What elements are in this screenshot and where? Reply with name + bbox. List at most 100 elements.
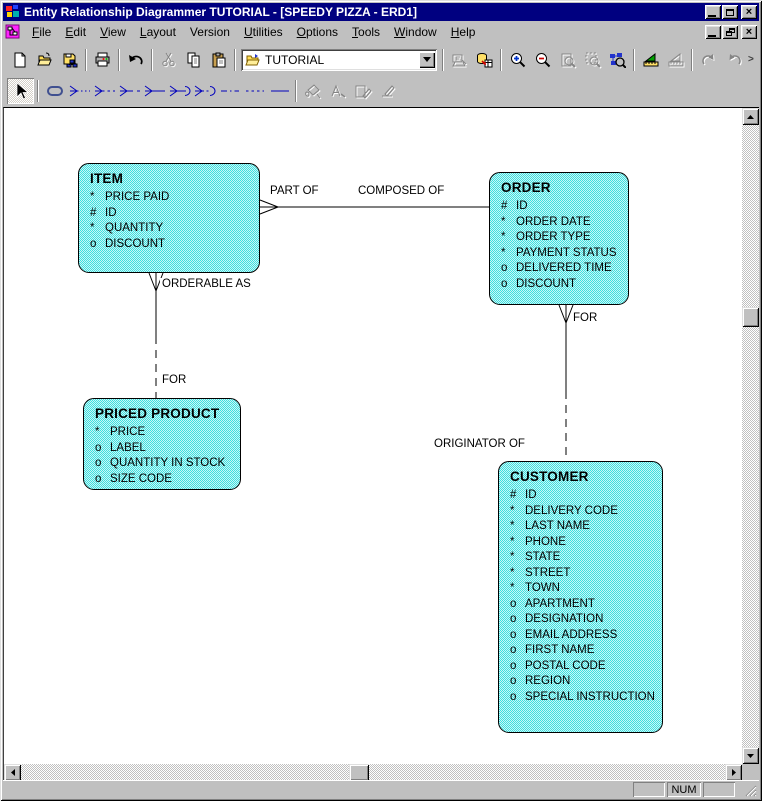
menu-item[interactable]: Options	[290, 23, 345, 41]
paste-clipboard-icon	[212, 52, 225, 67]
attribute-marker: o	[510, 644, 517, 656]
zoom-page-button[interactable]	[555, 48, 580, 72]
toolbar-overflow-chevron[interactable]: >	[748, 54, 754, 65]
attribute-marker: *	[501, 246, 506, 259]
entity-item[interactable]: ITEM * PRICE PAID # ID * QUANTITY o DISCOUNT	[78, 163, 260, 273]
menu-item[interactable]: Utilities	[237, 23, 290, 41]
open-button[interactable]	[32, 48, 57, 72]
zoom-out-button[interactable]	[530, 48, 555, 72]
scroll-left-button[interactable]	[4, 764, 21, 781]
entity-attributes: * PRICE o LABEL o QUANTITY IN STOCK o SIZE CODE	[95, 425, 234, 487]
pen-format-button[interactable]	[350, 79, 375, 103]
rel-solid-button[interactable]	[267, 79, 292, 103]
print-button[interactable]	[90, 48, 115, 72]
menu-item[interactable]: Version	[183, 23, 237, 41]
generate-database-button[interactable]	[472, 48, 497, 72]
line-format-button[interactable]	[375, 79, 400, 103]
menu-item[interactable]: Edit	[58, 23, 93, 41]
vertical-scrollbar[interactable]	[742, 108, 759, 764]
resize-grip[interactable]	[743, 783, 757, 797]
scroll-right-button[interactable]	[725, 764, 742, 781]
zoom-selection-icon	[585, 52, 601, 68]
mdi-close-button[interactable]: ×	[741, 25, 757, 39]
relationship-label-orderable-as[interactable]: ORDERABLE AS	[160, 278, 253, 290]
scroll-up-button[interactable]	[742, 108, 759, 125]
attribute-name: APARTMENT	[525, 597, 595, 610]
horizontal-scrollbar[interactable]	[4, 764, 742, 781]
rel-many-arc-dotted-button[interactable]	[192, 79, 217, 103]
rel-many-solid-button[interactable]	[142, 79, 167, 103]
relationship-label-part-of[interactable]: PART OF	[268, 185, 321, 197]
context-selector[interactable]: TUTORIAL	[241, 48, 437, 71]
fill-format-button[interactable]	[300, 79, 325, 103]
scroll-down-button[interactable]	[742, 747, 759, 764]
entity-attribute: o LABEL	[95, 441, 234, 457]
menu-item[interactable]: File	[25, 23, 58, 41]
relationship-label-originator-of[interactable]: ORIGINATOR OF	[432, 438, 527, 450]
mdi-restore-button[interactable]	[722, 25, 738, 39]
attribute-name: PHONE	[525, 535, 566, 548]
relationship-label-for[interactable]: FOR	[160, 374, 189, 386]
attribute-name: STREET	[525, 566, 571, 579]
autolayout-area-button[interactable]	[663, 48, 688, 72]
undo-button[interactable]	[123, 48, 148, 72]
rel-many-dotted-2-button[interactable]	[92, 79, 117, 103]
entity-tool-button[interactable]	[42, 79, 67, 103]
menu-item[interactable]: Layout	[133, 23, 183, 41]
attribute-marker: o	[90, 237, 97, 250]
save-button[interactable]	[57, 48, 82, 72]
rel-many-dotted-button[interactable]	[67, 79, 92, 103]
rel-dash-dot-button[interactable]	[217, 79, 242, 103]
diagram-canvas[interactable]: ITEM * PRICE PAID # ID * QUANTITY o DISCOUNT OR…	[4, 108, 742, 764]
entity-priced-product[interactable]: PRICED PRODUCT * PRICE o LABEL o QUANTITY IN …	[83, 398, 241, 490]
paste-button[interactable]	[206, 48, 231, 72]
pointer-arrow-icon	[16, 82, 29, 100]
rel-many-arc-dotted-icon	[194, 85, 215, 97]
generate-database-icon	[477, 52, 493, 67]
new-button[interactable]	[7, 48, 32, 72]
autolayout-button[interactable]	[638, 48, 663, 72]
entity-title: PRICED PRODUCT	[95, 406, 220, 421]
entity-attribute: o EMAIL ADDRESS	[510, 628, 656, 644]
attribute-marker: o	[510, 675, 517, 687]
menu-item[interactable]: Window	[387, 23, 444, 41]
layout-redo-button[interactable]	[721, 48, 746, 72]
context-selector-value: TUTORIAL	[265, 52, 325, 67]
dropdown-arrow-icon[interactable]	[419, 51, 435, 68]
copy-button[interactable]	[181, 48, 206, 72]
menu-item[interactable]: View	[93, 23, 133, 41]
minimize-button[interactable]	[705, 5, 721, 19]
entity-order[interactable]: ORDER # ID * ORDER DATE * ORDER TYPE * PAYMENT …	[489, 172, 629, 305]
entity-attribute: * PHONE	[510, 535, 656, 551]
select-pointer-button[interactable]	[7, 78, 34, 104]
diagram-document-icon[interactable]	[5, 24, 23, 40]
rel-many-dash-button[interactable]	[117, 79, 142, 103]
menu-item[interactable]: Tools	[345, 23, 387, 41]
toolbar-separator	[37, 80, 39, 102]
zoom-selection-button[interactable]	[580, 48, 605, 72]
relationship-label-for[interactable]: FOR	[571, 312, 600, 324]
mdi-minimize-button[interactable]	[705, 25, 721, 39]
rel-many-dotted-icon	[69, 85, 90, 97]
font-format-button[interactable]	[325, 79, 350, 103]
close-button[interactable]: ×	[741, 5, 757, 19]
update-repository-button[interactable]	[447, 48, 472, 72]
attribute-name: DESIGNATION	[525, 613, 604, 625]
attribute-marker: *	[510, 566, 515, 579]
zoom-in-button[interactable]	[505, 48, 530, 72]
attribute-name: QUANTITY	[105, 222, 164, 234]
layout-undo-icon	[701, 53, 713, 64]
cut-button[interactable]	[156, 48, 181, 72]
layout-undo-button[interactable]	[696, 48, 721, 72]
toolbar-separator	[234, 48, 236, 71]
horizontal-scroll-thumb[interactable]	[349, 764, 369, 781]
zoom-overview-button[interactable]	[605, 48, 630, 72]
rel-many-arc-button[interactable]	[167, 79, 192, 103]
rel-dotted-button[interactable]	[242, 79, 267, 103]
layout-redo-icon	[729, 53, 741, 64]
maximize-button[interactable]	[722, 5, 738, 19]
entity-customer[interactable]: CUSTOMER # ID * DELIVERY CODE * LAST NAME * PHO…	[498, 461, 663, 733]
relationship-label-composed-of[interactable]: COMPOSED OF	[356, 185, 447, 197]
menu-item[interactable]: Help	[444, 23, 483, 41]
vertical-scroll-thumb[interactable]	[742, 307, 759, 327]
